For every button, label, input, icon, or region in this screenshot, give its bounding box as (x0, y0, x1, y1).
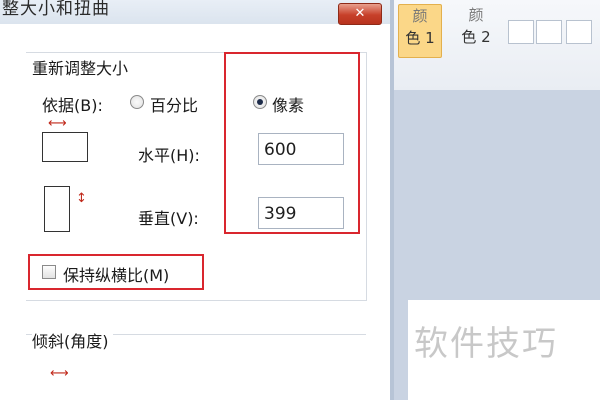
horizontal-resize-icon (42, 132, 88, 162)
horizontal-label: 水平(H): (138, 146, 200, 165)
skew-horizontal-arrow-icon: ⟷ (50, 366, 69, 381)
color1-label-top: 颜 (412, 7, 428, 25)
resize-group-border-right (366, 52, 367, 300)
percent-label[interactable]: 百分比 (150, 92, 198, 116)
color1-button[interactable]: 颜 色 1 (398, 4, 442, 58)
color-swatch-3[interactable] (566, 20, 592, 44)
maintain-aspect-ratio-checkbox[interactable] (42, 265, 56, 279)
resize-group-border-bottom (26, 300, 367, 301)
close-button[interactable]: ✕ (338, 3, 382, 25)
color2-label-bottom: 色 2 (461, 28, 491, 46)
vertical-label: 垂直(V): (138, 209, 199, 228)
vertical-arrow-icon: ↕ (76, 191, 87, 206)
dialog-title: 整大小和扭曲 (2, 0, 110, 19)
resize-skew-dialog: 整大小和扭曲 ✕ 重新调整大小 依据(B): 百分比 像素 ⟷ 水平(H): 6… (0, 0, 390, 400)
horizontal-arrow-icon: ⟷ (48, 116, 67, 131)
color-swatch-1[interactable] (508, 20, 534, 44)
close-icon: ✕ (354, 6, 366, 21)
pixels-highlight-box (224, 52, 360, 234)
color1-label-bottom: 色 1 (405, 29, 435, 47)
maintain-aspect-ratio-label[interactable]: 保持纵横比(M) (63, 262, 169, 286)
skew-section-title: 倾斜(角度) (32, 328, 113, 352)
resize-section-title: 重新调整大小 (32, 59, 129, 78)
color2-button[interactable]: 颜 色 2 (454, 4, 498, 58)
dialog-titlebar: 整大小和扭曲 ✕ (0, 0, 390, 25)
resize-by-label: 依据(B): (42, 96, 103, 115)
percent-radio[interactable] (130, 95, 144, 109)
color2-label-top: 颜 (468, 6, 484, 24)
vertical-resize-icon (44, 186, 70, 232)
color-swatch-2[interactable] (536, 20, 562, 44)
paint-ribbon: 颜 色 1 颜 色 2 (394, 0, 600, 90)
watermark-text: 软件技巧 (414, 324, 558, 364)
